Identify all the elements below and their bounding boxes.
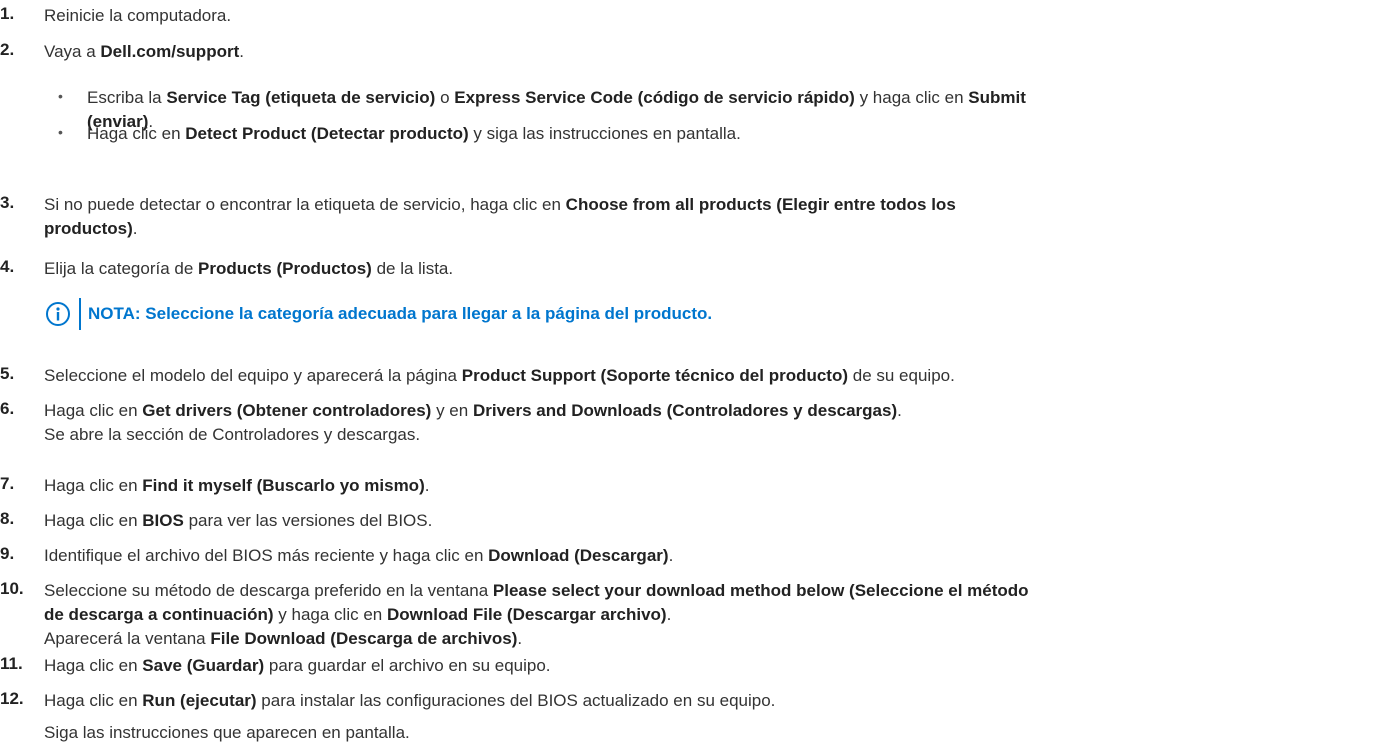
text-run: y siga las instrucciones en pantalla. [468,124,741,143]
text-run: Haga clic en [44,691,143,710]
step-number: 1. [0,4,15,23]
note-divider [79,298,81,330]
text-run: Reinicie la computadora. [44,6,232,25]
text-run: Se abre la sección de Controladores y de… [44,425,421,444]
bold-text: Submit [968,88,1026,107]
text-run: . [132,219,138,238]
step-number: 3. [0,193,15,212]
note-box: NOTA: Seleccione la categoría adecuada p… [45,297,712,331]
bold-text: Run (ejecutar) [142,691,257,710]
step-number: 9. [0,544,15,563]
text-run: de la lista. [371,259,454,278]
step-text-line: Haga clic en Find it myself (Buscarlo yo… [44,474,429,498]
note-text: NOTA: Seleccione la categoría adecuada p… [88,304,713,323]
bold-text: Get drivers (Obtener controladores) [142,401,432,420]
text-run: Vaya a [44,42,101,61]
bold-text: BIOS [142,511,184,530]
bullet-marker: • [58,88,63,104]
text-run: Escriba la [87,88,167,107]
step-text-line: Reinicie la computadora. [44,4,231,28]
bullet-marker: • [58,124,63,140]
bold-text: Please select your download method below… [492,581,1029,600]
text-run: Haga clic en [44,401,143,420]
text-run: para ver las versiones del BIOS. [183,511,433,530]
text-run: . [239,42,244,61]
step-number: 5. [0,364,15,383]
step-text-line: Haga clic en Run (ejecutar) para instala… [44,689,775,713]
text-run: de su equipo. [848,366,955,385]
step-number: 11. [0,654,23,673]
final-instruction: Siga las instrucciones que aparecen en p… [44,723,410,742]
step-text-line: Si no puede detectar o encontrar la etiq… [44,193,956,217]
text-run: Seleccione su método de descarga preferi… [44,581,493,600]
bold-text: File Download (Descarga de archivos) [210,629,518,648]
bold-text: Products (Productos) [198,259,372,278]
bold-text: Service Tag (etiqueta de servicio) [166,88,436,107]
info-icon [46,302,70,326]
text-run: Haga clic en [87,124,186,143]
step-text-line: Haga clic en BIOS para ver las versiones… [44,509,432,533]
substep-text-line: Haga clic en Detect Product (Detectar pr… [87,122,741,146]
text-run: . [424,476,430,495]
text-run: para instalar las configuraciones del BI… [256,691,776,710]
step-number: 12. [0,689,24,708]
bold-text: Drivers and Downloads (Controladores y d… [472,401,898,420]
bold-text: de descarga a continuación) [44,605,274,624]
bold-text: Choose from all products (Elegir entre t… [565,195,956,214]
text-run: y en [431,401,473,420]
substep-text-line: Escriba la Service Tag (etiqueta de serv… [87,86,1026,110]
step-text-line: Seleccione su método de descarga preferi… [44,579,1029,603]
bold-text: productos) [44,219,133,238]
text-run: Seleccione el modelo del equipo y aparec… [44,366,462,385]
bold-text: Save (Guardar) [142,656,265,675]
step-text-line: Se abre la sección de Controladores y de… [44,423,420,447]
step-text-line: Seleccione el modelo del equipo y aparec… [44,364,955,388]
text-run: . [517,629,523,648]
step-text-line: Haga clic en Get drivers (Obtener contro… [44,399,902,423]
text-run: Elija la categoría de [44,259,199,278]
bold-text: Detect Product (Detectar producto) [185,124,469,143]
bold-text: Download (Descargar) [488,546,669,565]
text-run: . [897,401,902,420]
step-text-line: Haga clic en Save (Guardar) para guardar… [44,654,551,678]
step-number: 2. [0,40,15,59]
step-number: 8. [0,509,15,528]
step-text-line: de descarga a continuación) y haga clic … [44,603,671,627]
text-run: Haga clic en [44,476,143,495]
bold-text: Dell.com/support [100,42,240,61]
text-run: Aparecerá la ventana [44,629,211,648]
bold-text: Express Service Code (código de servicio… [454,88,855,107]
text-run: y haga clic en [854,88,969,107]
text-run: Haga clic en [44,656,143,675]
text-run: para guardar el archivo en su equipo. [264,656,551,675]
step-number: 7. [0,474,15,493]
text-run: . [668,546,674,565]
step-text-line: Aparecerá la ventana File Download (Desc… [44,627,522,651]
text-run: o [435,88,455,107]
text-run: . [666,605,672,624]
step-text-line: productos). [44,217,138,241]
text-run: Si no puede detectar o encontrar la etiq… [44,195,566,214]
text-run: Identifique el archivo del BIOS más reci… [44,546,489,565]
bold-text: Download File (Descargar archivo) [386,605,667,624]
step-number: 4. [0,257,15,276]
step-number: 10. [0,579,24,598]
text-run: y haga clic en [273,605,387,624]
step-text-line: Vaya a Dell.com/support. [44,40,244,64]
step-text-line: Elija la categoría de Products (Producto… [44,257,453,281]
bold-text: Find it myself (Buscarlo yo mismo) [142,476,425,495]
bold-text: Product Support (Soporte técnico del pro… [461,366,849,385]
text-run: Haga clic en [44,511,143,530]
step-text-line: Identifique el archivo del BIOS más reci… [44,544,673,568]
step-number: 6. [0,399,15,418]
